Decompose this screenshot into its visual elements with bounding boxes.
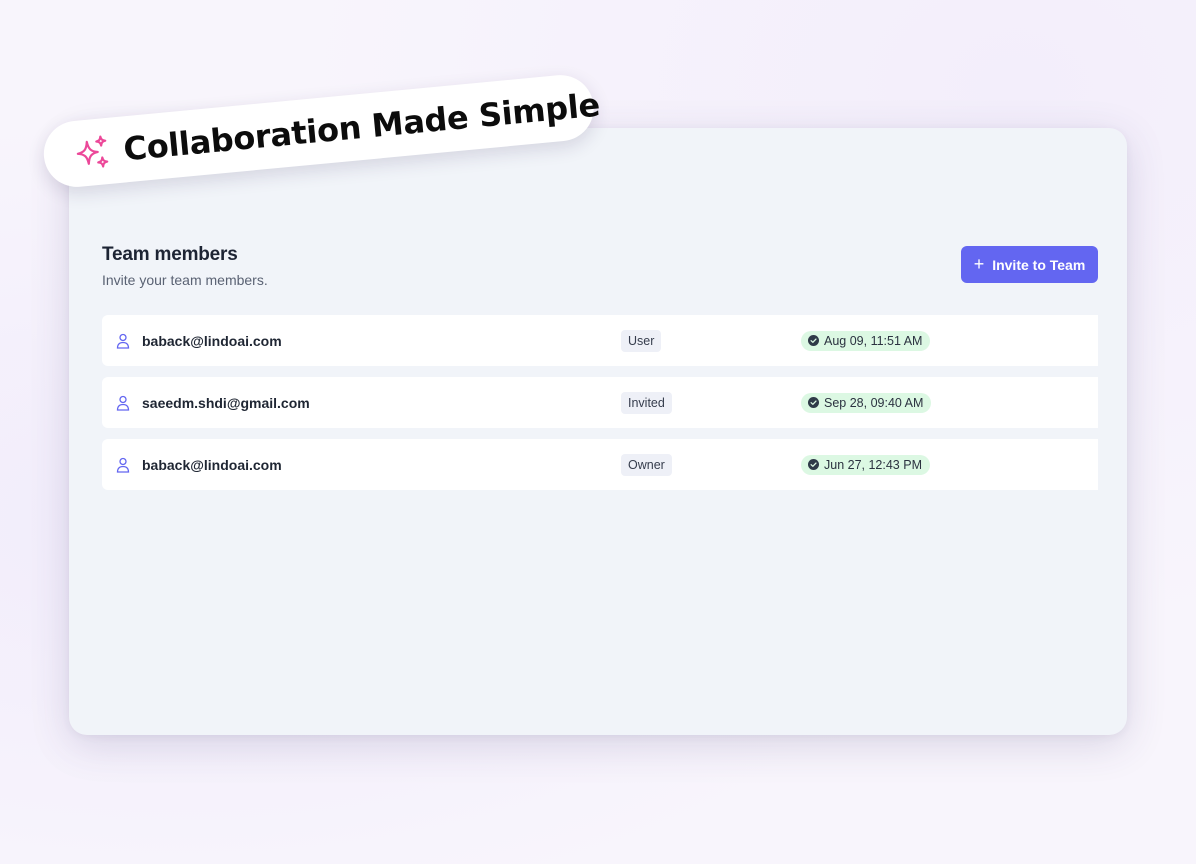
members-list: baback@lindoai.com User Aug 09, 11:51 AM… xyxy=(102,315,1098,501)
member-email: baback@lindoai.com xyxy=(142,456,282,473)
role-badge: User xyxy=(621,329,662,352)
date-badge: Jun 27, 12:43 PM xyxy=(801,454,930,475)
team-card: Team members Invite your team members. +… xyxy=(69,128,1127,735)
table-row[interactable]: baback@lindoai.com User Aug 09, 11:51 AM xyxy=(102,315,1098,366)
invite-to-team-button[interactable]: + Invite to Team xyxy=(961,246,1098,283)
date-badge: Sep 28, 09:40 AM xyxy=(801,392,932,413)
page-header: Team members Invite your team members. xyxy=(102,244,268,288)
member-email: saeedm.shdi@gmail.com xyxy=(142,394,310,411)
user-icon xyxy=(116,457,130,473)
date-text: Sep 28, 09:40 AM xyxy=(824,395,924,410)
page-subtitle: Invite your team members. xyxy=(102,272,268,288)
date-text: Aug 09, 11:51 AM xyxy=(824,333,923,348)
invite-button-label: Invite to Team xyxy=(992,256,1086,273)
check-circle-icon xyxy=(808,397,819,408)
plus-icon: + xyxy=(973,253,985,274)
role-badge: Invited xyxy=(621,391,672,414)
user-icon xyxy=(116,395,130,411)
member-email: baback@lindoai.com xyxy=(142,332,282,349)
sparkle-icon xyxy=(76,135,109,168)
check-circle-icon xyxy=(808,335,819,346)
check-circle-icon xyxy=(808,459,819,470)
page-title: Team members xyxy=(102,244,238,265)
table-row[interactable]: saeedm.shdi@gmail.com Invited Sep 28, 09… xyxy=(102,377,1098,428)
table-row[interactable]: baback@lindoai.com Owner Jun 27, 12:43 P… xyxy=(102,439,1098,490)
role-badge: Owner xyxy=(621,453,672,476)
date-badge: Aug 09, 11:51 AM xyxy=(801,330,931,351)
date-text: Jun 27, 12:43 PM xyxy=(824,457,922,472)
user-icon xyxy=(116,333,130,349)
